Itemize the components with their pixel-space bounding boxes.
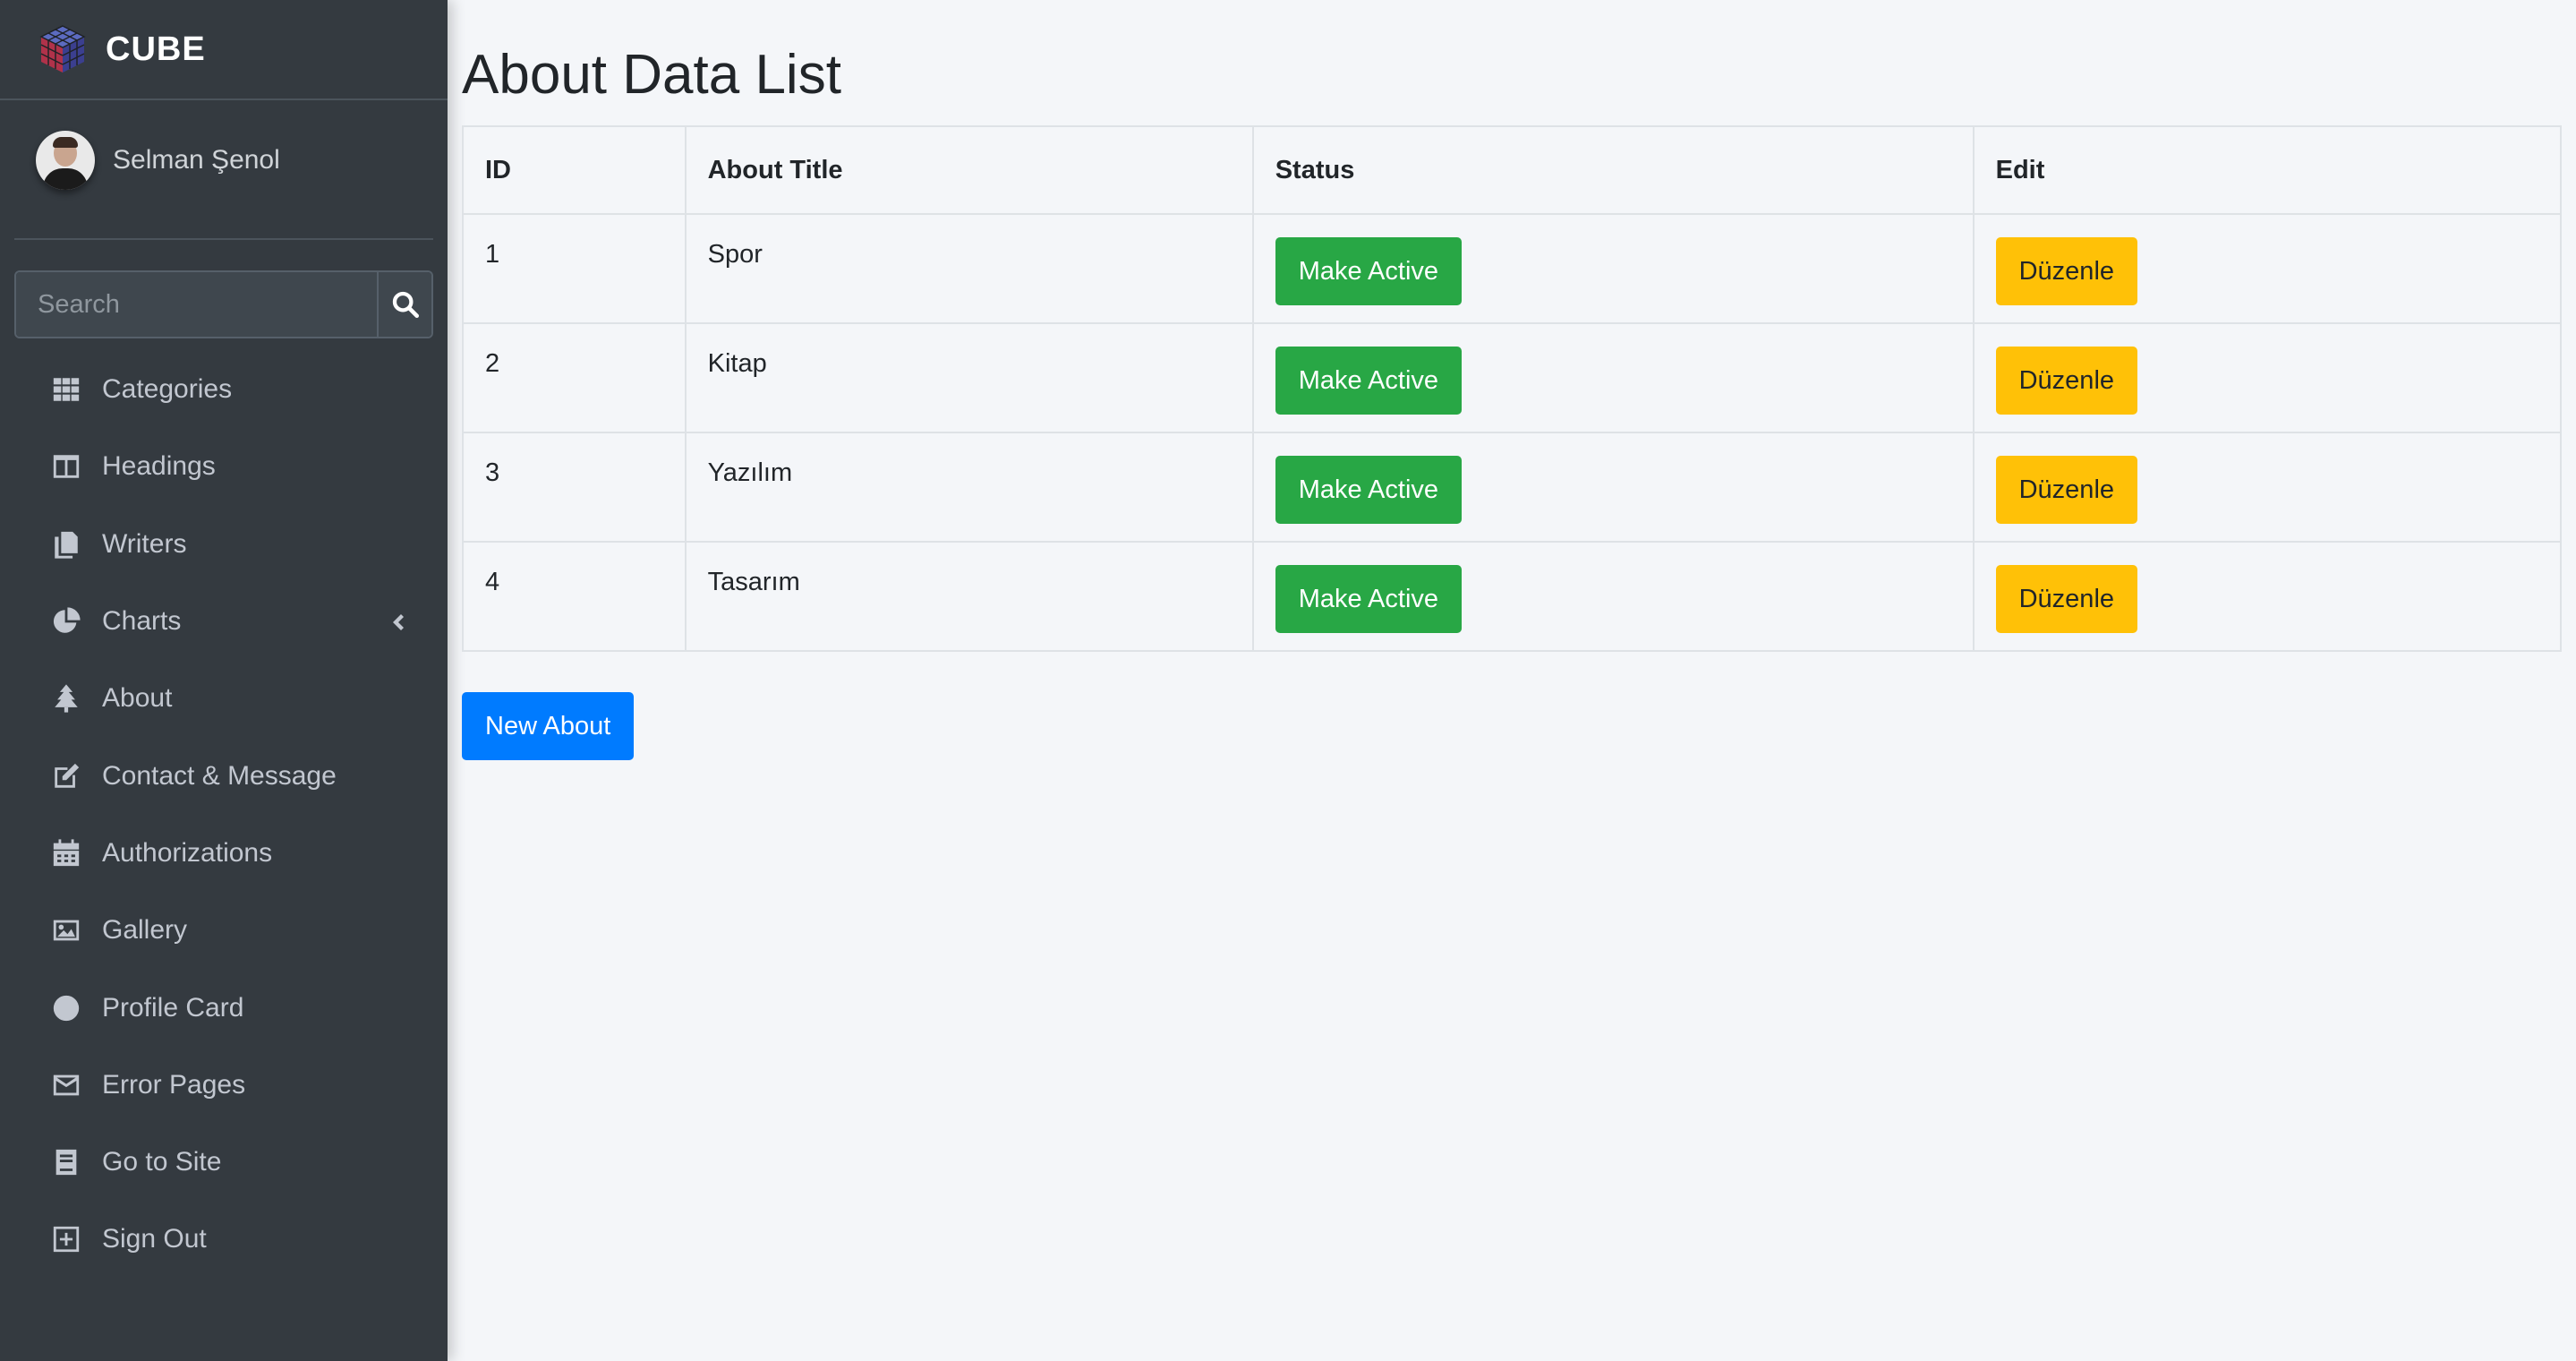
edit-button[interactable]: Düzenle <box>1995 565 2138 633</box>
table-row: 3 Yazılım Make Active Düzenle <box>462 432 2563 543</box>
sidebar-item-about[interactable]: About <box>0 660 448 737</box>
cell-title: Kitap <box>684 322 1254 433</box>
column-header-edit: Edit <box>1972 125 2563 215</box>
table-header-row: ID About Title Status Edit <box>462 125 2563 215</box>
column-header-title: About Title <box>684 125 1254 215</box>
make-active-button[interactable]: Make Active <box>1275 237 1463 305</box>
tree-icon <box>50 682 82 715</box>
cell-status: Make Active <box>1251 213 1975 324</box>
grid-icon <box>50 373 82 406</box>
table-row: 4 Tasarım Make Active Düzenle <box>462 541 2563 652</box>
sidebar-item-label: Go to Site <box>102 1147 222 1177</box>
about-table: ID About Title Status Edit 1 Spor Make A… <box>462 125 2563 652</box>
sidebar-item-categories[interactable]: Categories <box>0 351 448 428</box>
sidebar-item-charts[interactable]: Charts <box>0 583 448 660</box>
sidebar-item-error-pages[interactable]: Error Pages <box>0 1047 448 1124</box>
plus-square-icon <box>50 1223 82 1255</box>
cube-logo-icon <box>39 25 86 73</box>
new-about-button[interactable]: New About <box>462 692 635 760</box>
edit-icon <box>50 760 82 792</box>
sidebar-item-label: Contact & Message <box>102 760 337 791</box>
cell-status: Make Active <box>1251 322 1975 433</box>
sidebar-item-label: About <box>102 683 173 714</box>
cell-title: Tasarım <box>684 541 1254 652</box>
sidebar-search <box>14 270 433 338</box>
circle-icon <box>50 992 82 1024</box>
table-row: 1 Spor Make Active Düzenle <box>462 213 2563 324</box>
cell-id: 2 <box>462 322 687 433</box>
search-input[interactable] <box>16 272 377 337</box>
chevron-left-icon[interactable] <box>387 610 408 631</box>
sidebar-item-profile-card[interactable]: Profile Card <box>0 969 448 1046</box>
copy-icon <box>50 528 82 561</box>
sidebar-item-authorizations[interactable]: Authorizations <box>0 815 448 892</box>
book-icon <box>50 1146 82 1178</box>
sidebar-item-label: Charts <box>102 606 182 637</box>
cell-id: 3 <box>462 432 687 543</box>
sidebar-item-label: Headings <box>102 451 216 482</box>
sidebar-item-label: Error Pages <box>102 1069 246 1100</box>
cell-status: Make Active <box>1251 432 1975 543</box>
sidebar-item-label: Authorizations <box>102 837 273 868</box>
cell-status: Make Active <box>1251 541 1975 652</box>
calendar-icon <box>50 837 82 869</box>
column-header-status: Status <box>1251 125 1975 215</box>
brand-name: CUBE <box>106 30 206 68</box>
search-button[interactable] <box>377 272 431 337</box>
sidebar-item-writers[interactable]: Writers <box>0 506 448 583</box>
page-title: About Data List <box>462 44 841 106</box>
avatar[interactable] <box>36 131 95 190</box>
brand-link[interactable]: CUBE <box>0 0 448 100</box>
columns-icon <box>50 450 82 483</box>
cell-title: Spor <box>684 213 1254 324</box>
sidebar: CUBE Selman Şenol Categories Headings <box>0 0 448 1361</box>
sidebar-item-label: Profile Card <box>102 992 244 1023</box>
pie-chart-icon <box>50 605 82 638</box>
sidebar-item-go-to-site[interactable]: Go to Site <box>0 1124 448 1201</box>
sidebar-item-label: Gallery <box>102 915 188 946</box>
make-active-button[interactable]: Make Active <box>1275 565 1463 633</box>
make-active-button[interactable]: Make Active <box>1275 456 1463 524</box>
cell-id: 4 <box>462 541 687 652</box>
edit-button[interactable]: Düzenle <box>1995 456 2138 524</box>
column-header-id: ID <box>462 125 687 215</box>
envelope-icon <box>50 1069 82 1101</box>
sidebar-item-headings[interactable]: Headings <box>0 428 448 505</box>
cell-edit: Düzenle <box>1972 322 2563 433</box>
sidebar-nav: Categories Headings Writers Charts About… <box>0 351 448 1279</box>
sidebar-item-sign-out[interactable]: Sign Out <box>0 1201 448 1278</box>
sidebar-item-contact[interactable]: Contact & Message <box>0 737 448 814</box>
make-active-button[interactable]: Make Active <box>1275 347 1463 415</box>
cell-id: 1 <box>462 213 687 324</box>
image-icon <box>50 914 82 946</box>
cell-edit: Düzenle <box>1972 541 2563 652</box>
user-panel[interactable]: Selman Şenol <box>14 100 433 240</box>
cell-edit: Düzenle <box>1972 432 2563 543</box>
sidebar-item-label: Sign Out <box>102 1224 207 1254</box>
table-row: 2 Kitap Make Active Düzenle <box>462 322 2563 433</box>
edit-button[interactable]: Düzenle <box>1995 347 2138 415</box>
cell-title: Yazılım <box>684 432 1254 543</box>
search-icon <box>392 291 419 319</box>
sidebar-item-gallery[interactable]: Gallery <box>0 892 448 969</box>
cell-edit: Düzenle <box>1972 213 2563 324</box>
user-name[interactable]: Selman Şenol <box>113 145 280 175</box>
sidebar-item-label: Categories <box>102 374 233 405</box>
sidebar-item-label: Writers <box>102 528 187 559</box>
edit-button[interactable]: Düzenle <box>1995 237 2138 305</box>
